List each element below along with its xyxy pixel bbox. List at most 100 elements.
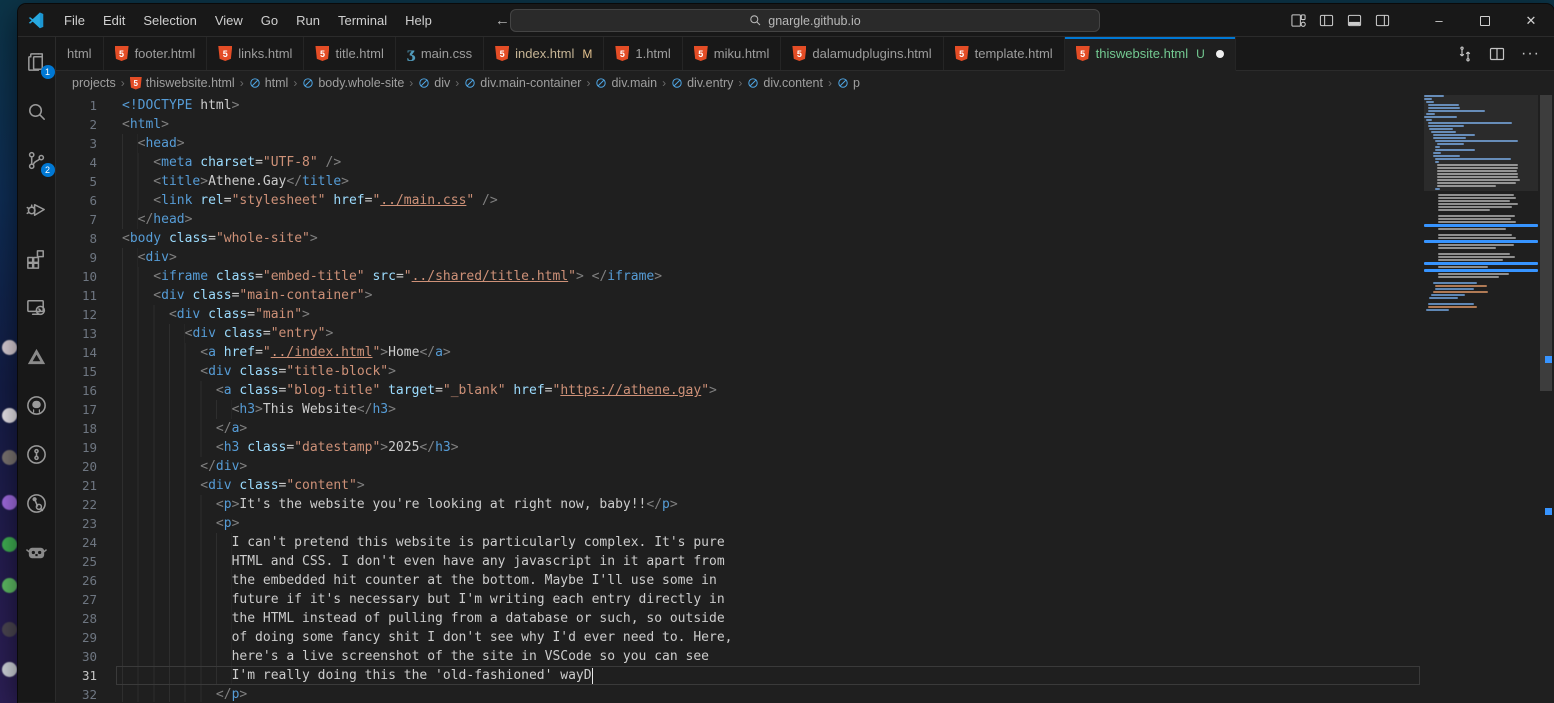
code-line-6[interactable]: 6<link rel="stylesheet" href="../main.cs…	[56, 191, 1424, 210]
activity-item-github[interactable]	[24, 392, 50, 418]
tab-dalamudplugins.html[interactable]: 5dalamudplugins.html	[781, 37, 943, 70]
toggle-panel-icon[interactable]	[1347, 13, 1362, 28]
code-line-7[interactable]: 7</head>	[56, 210, 1424, 229]
code-editor[interactable]: 1<!DOCTYPE html>2<html>3<head>4<meta cha…	[56, 95, 1554, 702]
code-line-19[interactable]: 19<h3 class="datestamp">2025</h3>	[56, 438, 1424, 457]
code-line-27[interactable]: 27future if it's necessary but I'm writi…	[56, 590, 1424, 609]
menu-file[interactable]: File	[55, 10, 94, 31]
code-token: h3	[239, 402, 255, 417]
menu-terminal[interactable]: Terminal	[329, 10, 396, 31]
minimap[interactable]	[1424, 95, 1538, 702]
scrollbar-thumb[interactable]	[1540, 95, 1552, 391]
breadcrumb-item-div.content[interactable]: div.content	[747, 76, 823, 90]
breadcrumb-item-p[interactable]: p	[837, 76, 860, 90]
code-line-20[interactable]: 20</div>	[56, 457, 1424, 476]
activity-item-run-and-debug[interactable]	[24, 196, 50, 222]
tab-links.html[interactable]: 5links.html	[207, 37, 304, 70]
code-line-18[interactable]: 18</a>	[56, 419, 1424, 438]
code-line-22[interactable]: 22<p>It's the website you're looking at …	[56, 495, 1424, 514]
code-link[interactable]: ../index.html	[271, 345, 373, 360]
tab-miku.html[interactable]: 5miku.html	[683, 37, 782, 70]
code-line-5[interactable]: 5<title>Athene.Gay</title>	[56, 172, 1424, 191]
more-actions-icon[interactable]: ···	[1521, 45, 1540, 63]
activity-item-gitlens-inspect[interactable]	[24, 490, 50, 516]
tab-thiswebsite.html[interactable]: 5thiswebsite.htmlU	[1065, 37, 1236, 71]
tab-html[interactable]: html	[56, 37, 104, 70]
toggle-primary-sidebar-icon[interactable]	[1319, 13, 1334, 28]
breadcrumb-item-div.main[interactable]: div.main	[595, 76, 657, 90]
code-line-31[interactable]: 31I'm really doing this the 'old-fashion…	[56, 666, 1424, 685]
breadcrumb-item-div.main-container[interactable]: div.main-container	[464, 76, 581, 90]
minimize-button[interactable]: –	[1416, 4, 1462, 37]
code-line-15[interactable]: 15<div class="title-block">	[56, 362, 1424, 381]
toggle-secondary-sidebar-icon[interactable]	[1375, 13, 1390, 28]
code-line-4[interactable]: 4<meta charset="UTF-8" />	[56, 153, 1424, 172]
code-line-32[interactable]: 32</p>	[56, 685, 1424, 702]
tab-main.css[interactable]: ʒmain.css	[396, 37, 484, 70]
code-line-14[interactable]: 14<a href="../index.html">Home</a>	[56, 343, 1424, 362]
code-line-21[interactable]: 21<div class="content">	[56, 476, 1424, 495]
breadcrumb-item-html[interactable]: html	[249, 76, 289, 90]
code-line-11[interactable]: 11<div class="main-container">	[56, 286, 1424, 305]
code-link[interactable]: ../shared/title.html	[412, 269, 569, 284]
breadcrumb-label: div	[434, 76, 450, 90]
activity-item-gitlens[interactable]	[24, 441, 50, 467]
code-token: >	[232, 516, 240, 531]
breadcrumb-item-div.entry[interactable]: div.entry	[671, 76, 733, 90]
code-line-17[interactable]: 17<h3>This Website</h3>	[56, 400, 1424, 419]
code-line-1[interactable]: 1<!DOCTYPE html>	[56, 96, 1424, 115]
code-line-9[interactable]: 9<div>	[56, 248, 1424, 267]
code-line-29[interactable]: 29of doing some fancy shit I don't see w…	[56, 628, 1424, 647]
code-line-2[interactable]: 2<html>	[56, 115, 1424, 134]
code-line-24[interactable]: 24I can't pretend this website is partic…	[56, 533, 1424, 552]
menu-run[interactable]: Run	[287, 10, 329, 31]
minimap-slider[interactable]	[1424, 95, 1538, 191]
code-line-10[interactable]: 10<iframe class="embed-title" src="../sh…	[56, 267, 1424, 286]
nav-back-icon[interactable]: ←	[495, 12, 510, 29]
code-link[interactable]: https://athene.gay	[560, 383, 701, 398]
close-button[interactable]: ✕	[1508, 4, 1554, 37]
split-editor-icon[interactable]	[1489, 46, 1505, 62]
vertical-scrollbar[interactable]	[1538, 95, 1554, 702]
indent-guides	[122, 571, 232, 590]
code-token: charset	[200, 155, 255, 170]
tab-title.html[interactable]: 5title.html	[304, 37, 395, 70]
code-line-26[interactable]: 26the embedded hit counter at the bottom…	[56, 571, 1424, 590]
breadcrumb-item-body.whole-site[interactable]: body.whole-site	[302, 76, 404, 90]
menu-go[interactable]: Go	[252, 10, 287, 31]
code-line-8[interactable]: 8<body class="whole-site">	[56, 229, 1424, 248]
code-line-16[interactable]: 16<a class="blog-title" target="_blank" …	[56, 381, 1424, 400]
activity-item-godot-tools[interactable]	[24, 539, 50, 565]
code-link[interactable]: ../main.css	[380, 193, 466, 208]
tab-1.html[interactable]: 51.html	[604, 37, 682, 70]
activity-item-extensions[interactable]	[24, 245, 50, 271]
menu-help[interactable]: Help	[396, 10, 441, 31]
menu-selection[interactable]: Selection	[134, 10, 205, 31]
activity-item-explorer[interactable]: 1	[24, 49, 50, 75]
menu-view[interactable]: View	[206, 10, 252, 31]
code-line-23[interactable]: 23<p>	[56, 514, 1424, 533]
tab-template.html[interactable]: 5template.html	[944, 37, 1065, 70]
activity-item-source-control[interactable]: 2	[24, 147, 50, 173]
tab-footer.html[interactable]: 5footer.html	[104, 37, 208, 70]
open-changes-icon[interactable]	[1457, 46, 1473, 62]
breadcrumb-item-thiswebsite.html[interactable]: 5thiswebsite.html	[130, 76, 235, 90]
maximize-button[interactable]	[1462, 4, 1508, 37]
activity-item-remote-explorer[interactable]	[24, 294, 50, 320]
command-center-search[interactable]: gnargle.github.io	[510, 9, 1100, 32]
code-line-30[interactable]: 30here's a live screenshot of the site i…	[56, 647, 1424, 666]
code-line-12[interactable]: 12<div class="main">	[56, 305, 1424, 324]
code-line-25[interactable]: 25HTML and CSS. I don't even have any ja…	[56, 552, 1424, 571]
activity-item-search[interactable]	[24, 98, 50, 124]
code-line-13[interactable]: 13<div class="entry">	[56, 324, 1424, 343]
unsaved-dot-icon[interactable]	[1216, 50, 1224, 58]
code-line-28[interactable]: 28the HTML instead of pulling from a dat…	[56, 609, 1424, 628]
tab-index.html[interactable]: 5index.htmlM	[484, 37, 604, 70]
breadcrumb-item-projects[interactable]: projects	[72, 76, 116, 90]
customize-layout-icon[interactable]	[1291, 13, 1306, 28]
code-line-3[interactable]: 3<head>	[56, 134, 1424, 153]
activity-item-triangle-logo[interactable]	[24, 343, 50, 369]
code-token: >	[654, 269, 662, 284]
menu-edit[interactable]: Edit	[94, 10, 134, 31]
breadcrumb-item-div[interactable]: div	[418, 76, 450, 90]
